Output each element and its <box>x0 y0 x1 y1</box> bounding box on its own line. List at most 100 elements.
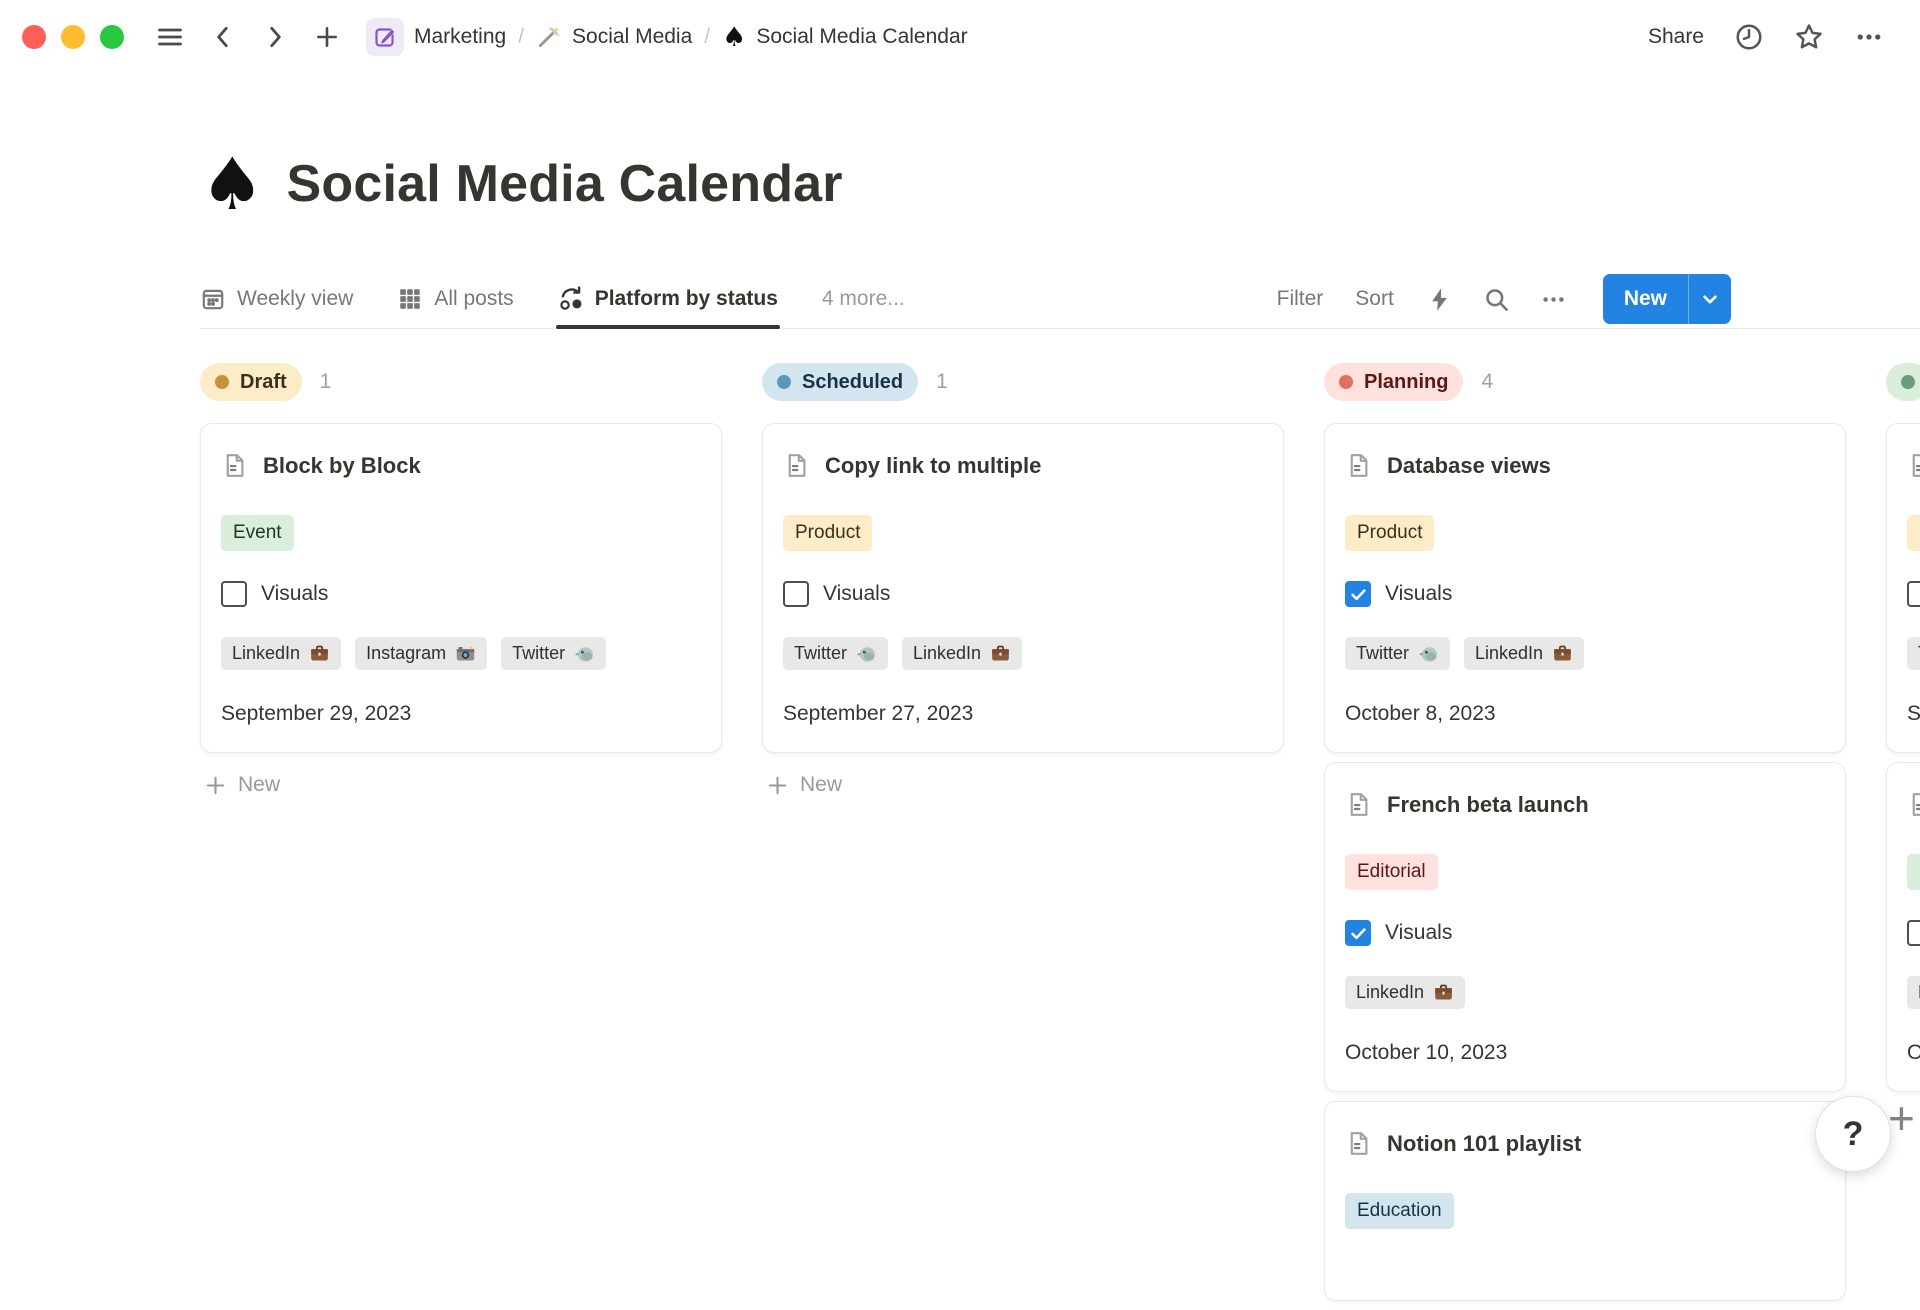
clock-button[interactable] <box>1734 22 1764 52</box>
plus-button[interactable] <box>314 24 340 50</box>
status-pill-draft[interactable]: Draft <box>200 363 302 401</box>
chevron-left-button[interactable] <box>210 24 236 50</box>
visuals-checkbox[interactable] <box>1345 581 1371 607</box>
bolt-button[interactable] <box>1426 286 1453 313</box>
card-date: S <box>1907 702 1920 726</box>
visuals-check-row: Visuals <box>783 581 1263 607</box>
status-pill-planning[interactable]: Planning <box>1324 363 1463 401</box>
page-icon <box>1907 452 1920 479</box>
star-button[interactable] <box>1794 22 1824 52</box>
add-card-button[interactable]: New <box>762 773 1284 797</box>
bird-icon <box>856 643 877 664</box>
card-title-row: Database views <box>1345 452 1825 479</box>
platform-tag-twitter: Twitter <box>783 637 888 670</box>
breadcrumb-item-social-media[interactable]: Social Media <box>536 24 692 50</box>
page-title: Social Media Calendar <box>287 154 843 214</box>
status-pill-scheduled[interactable]: Scheduled <box>762 363 918 401</box>
platform-tag-label: LinkedIn <box>1475 643 1543 664</box>
board-card-database-views[interactable]: Database views Product Visuals TwitterLinke… <box>1324 423 1846 753</box>
window-nav-controls <box>156 23 340 51</box>
breadcrumb-label: Marketing <box>414 25 506 49</box>
view-tabs: Weekly view All posts Platform by status <box>200 270 778 328</box>
breadcrumb-separator: / <box>518 25 524 49</box>
platform-tag-linkedin: LinkedIn <box>1464 637 1584 670</box>
board-column-scheduled: Scheduled 1 Copy link to multiple Product Vi… <box>762 363 1284 797</box>
category-tag-row: Editorial <box>1345 854 1825 890</box>
visuals-checkbox[interactable] <box>1907 581 1920 607</box>
tab-platform-by-status[interactable]: Platform by status <box>558 270 778 328</box>
new-button[interactable]: New <box>1603 274 1731 324</box>
briefcase-icon <box>1433 982 1454 1003</box>
sort-button[interactable]: Sort <box>1355 287 1394 311</box>
board-card-notion-101-playlist[interactable]: Notion 101 playlistEducation <box>1324 1101 1846 1301</box>
page-icon <box>1907 791 1920 818</box>
edge-add-icon[interactable]: + <box>1888 1095 1915 1141</box>
zoom-window-button[interactable] <box>100 25 124 49</box>
platform-tag-linkedin: LinkedIn <box>221 637 341 670</box>
toolbar-actions: Filter Sort New <box>1277 274 1731 324</box>
card-title-row: Copy link to multiple <box>783 452 1263 479</box>
column-count: 1 <box>936 370 948 394</box>
card-title-text: Block by Block <box>263 453 421 479</box>
visuals-check-row: Visuals <box>1345 581 1825 607</box>
filter-button[interactable]: Filter <box>1277 287 1324 311</box>
board-column-draft: Draft1Block by BlockEventVisualsLinkedIn… <box>200 363 722 797</box>
platform-tag-label: Twitter <box>512 643 565 664</box>
visuals-checkbox[interactable] <box>783 581 809 607</box>
tab-all-posts[interactable]: All posts <box>397 270 513 328</box>
menu-button[interactable] <box>156 23 184 51</box>
card-title-row: French beta launch <box>1345 791 1825 818</box>
board-card[interactable]: ELO <box>1886 762 1920 1092</box>
platform-tags-row: T <box>1907 637 1920 670</box>
bird-icon <box>1418 643 1439 664</box>
new-button-dropdown[interactable] <box>1689 274 1731 324</box>
checkbox-label: Visuals <box>1385 582 1452 606</box>
search-button[interactable] <box>1483 286 1510 313</box>
share-button[interactable]: Share <box>1648 25 1704 49</box>
tab-label: Platform by status <box>595 287 778 311</box>
checkbox-label: Visuals <box>261 582 328 606</box>
page-icon <box>1345 452 1372 479</box>
more-views-button[interactable]: 4 more... <box>822 287 905 311</box>
platform-tag-label: Instagram <box>366 643 446 664</box>
visuals-checkbox[interactable] <box>1907 920 1920 946</box>
tab-weekly-view[interactable]: Weekly view <box>200 270 353 328</box>
help-button[interactable]: ? <box>1815 1096 1891 1172</box>
minimize-window-button[interactable] <box>61 25 85 49</box>
briefcase-icon <box>990 643 1011 664</box>
close-window-button[interactable] <box>22 25 46 49</box>
breadcrumb-item-marketing[interactable]: Marketing <box>366 18 506 56</box>
board-card-french-beta-launch[interactable]: French beta launchEditorialVisualsLinked… <box>1324 762 1846 1092</box>
visuals-checkbox[interactable] <box>1345 920 1371 946</box>
card-title-text: Copy link to multiple <box>825 453 1041 479</box>
board-card-copy-link-to-multiple[interactable]: Copy link to multiple Product Visuals Twitt… <box>762 423 1284 753</box>
status-label: Draft <box>240 371 287 394</box>
board-card[interactable]: P T S <box>1886 423 1920 753</box>
breadcrumb-item-social-media-calendar[interactable]: ♠Social Media Calendar <box>722 22 968 53</box>
column-header: Planning 4 <box>1324 363 1846 401</box>
status-dot <box>215 375 229 389</box>
visuals-checkbox[interactable] <box>221 581 247 607</box>
category-tag-event: Event <box>221 515 294 551</box>
card-title-text: Database views <box>1387 453 1551 479</box>
add-card-button[interactable]: New <box>200 773 722 797</box>
status-pill-hidden[interactable] <box>1886 363 1920 401</box>
category-tag-product: Product <box>783 515 872 551</box>
ellipsis-button[interactable] <box>1854 22 1884 52</box>
category-tag-row: P <box>1907 515 1920 551</box>
column-count: 4 <box>1481 370 1493 394</box>
chevron-right-button[interactable] <box>262 24 288 50</box>
category-tag-row: Product <box>783 515 1263 551</box>
card-title-text: Notion 101 playlist <box>1387 1131 1581 1157</box>
visuals-check-row <box>1907 581 1920 607</box>
platform-tag-label: LinkedIn <box>1356 982 1424 1003</box>
status-dot <box>777 375 791 389</box>
plus-icon <box>766 774 789 797</box>
column-header: Scheduled 1 <box>762 363 1284 401</box>
category-tag-product: Product <box>1345 515 1434 551</box>
ellipsis-button[interactable] <box>1540 286 1567 313</box>
board-card-block-by-block[interactable]: Block by Block Event Visuals LinkedIn Instag… <box>200 423 722 753</box>
card-title-row: Notion 101 playlist <box>1345 1130 1825 1157</box>
platform-tags-row: TwitterLinkedIn <box>1345 637 1825 670</box>
card-title-row <box>1907 791 1920 818</box>
